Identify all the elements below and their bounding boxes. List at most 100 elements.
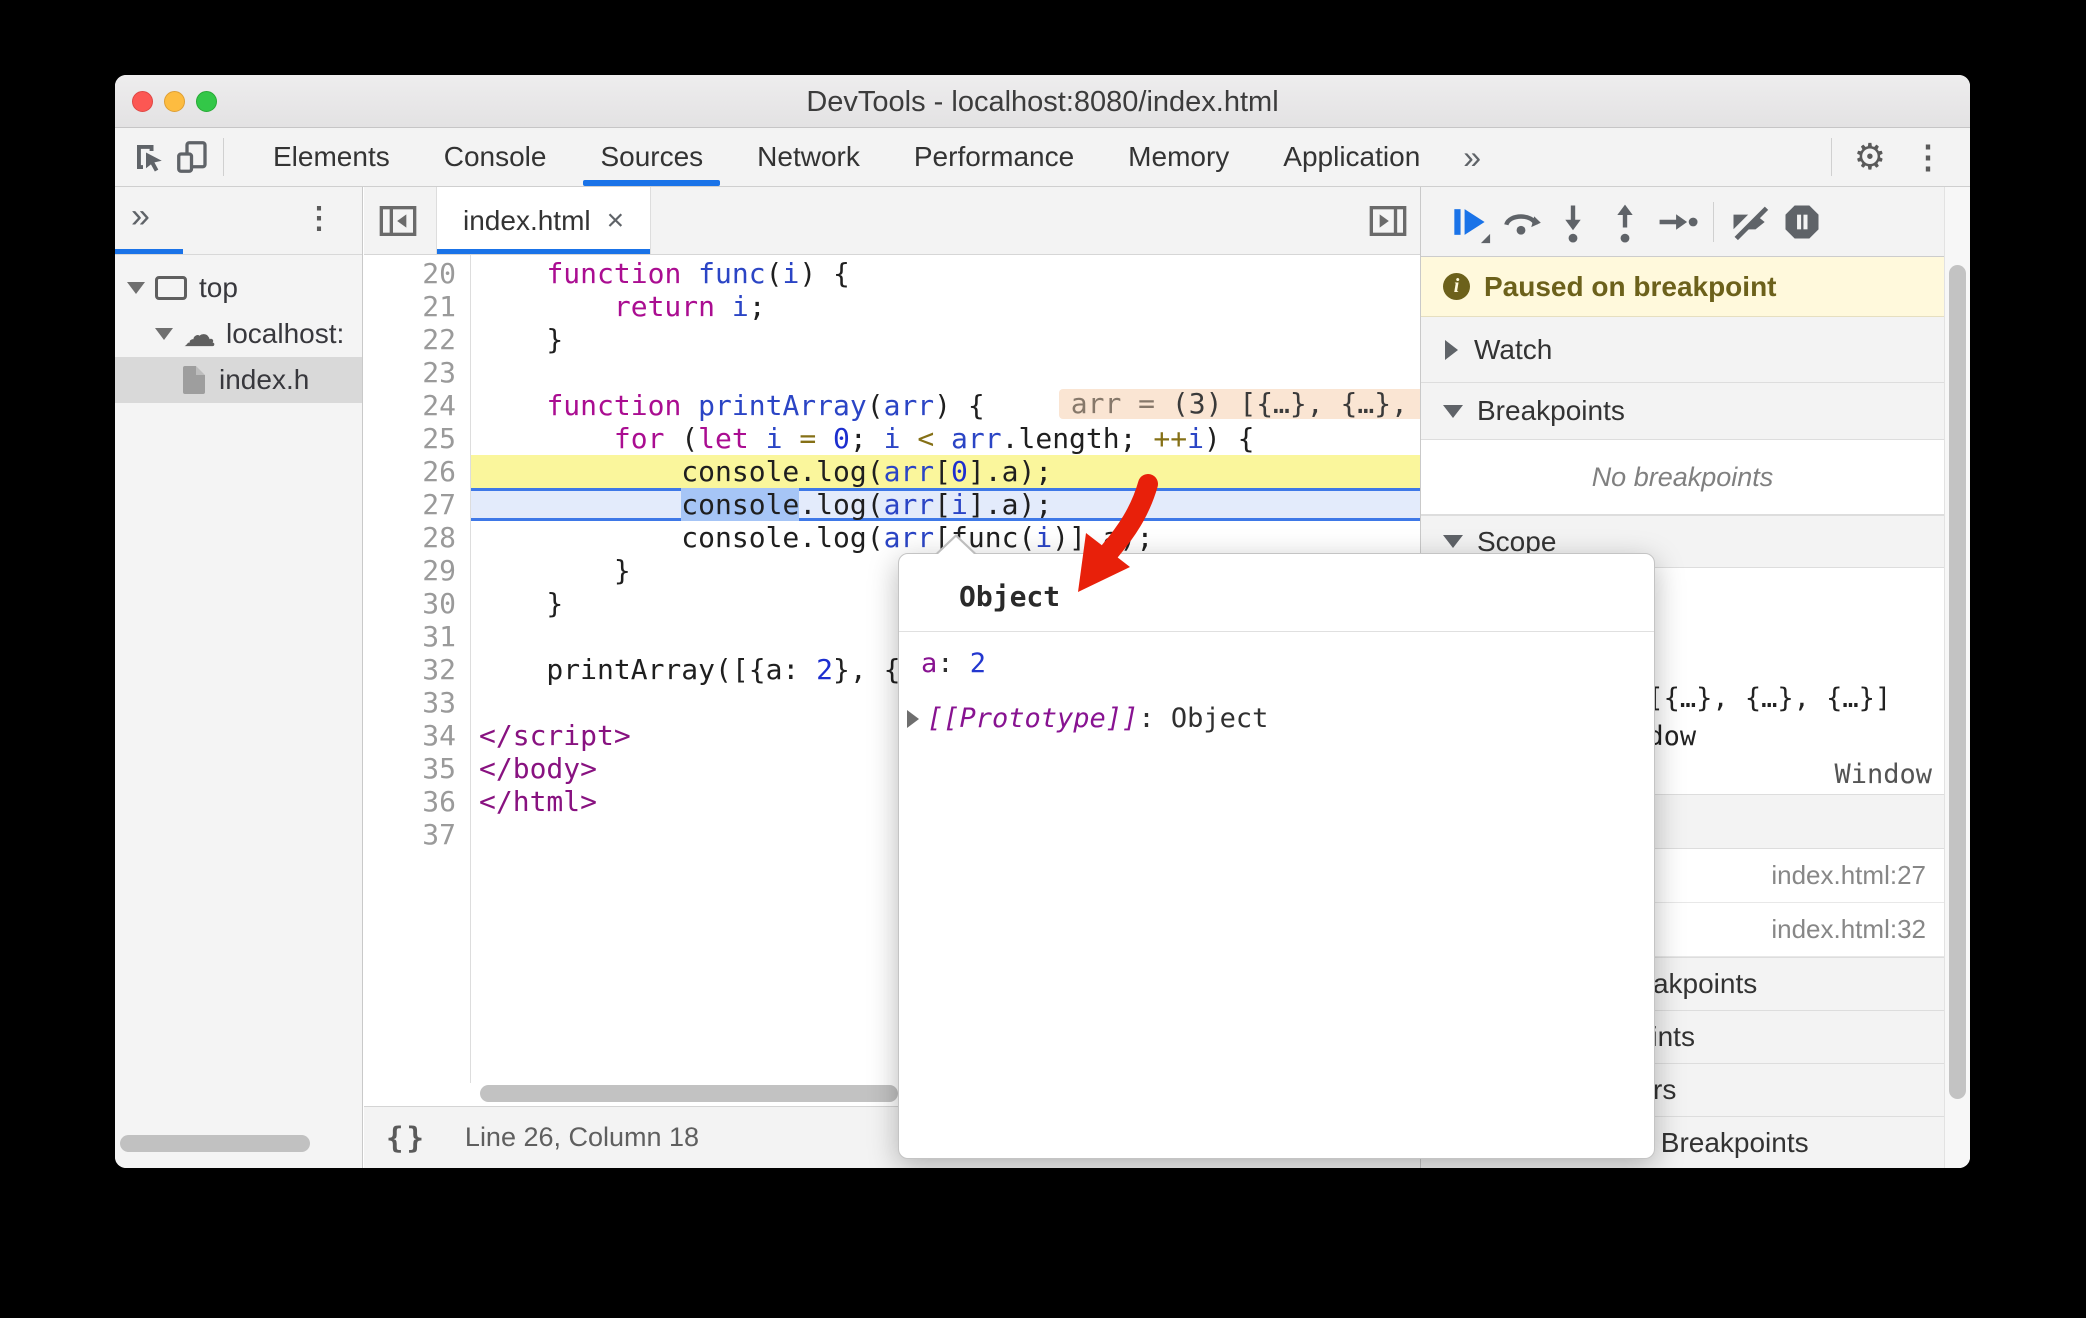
line-number[interactable]: 20: [364, 257, 470, 290]
tab-application[interactable]: Application: [1256, 128, 1447, 186]
line-number[interactable]: 28: [364, 521, 470, 554]
section-breakpoints[interactable]: Breakpoints: [1421, 383, 1944, 440]
step-into-button[interactable]: [1547, 198, 1599, 246]
tab-elements[interactable]: Elements: [246, 128, 417, 186]
chevron-right-icon: [907, 709, 919, 728]
file-tree: top ☁ localhost: index.h: [115, 255, 362, 403]
line-number[interactable]: 30: [364, 587, 470, 620]
paused-banner: i Paused on breakpoint: [1421, 257, 1944, 317]
frame-location-link[interactable]: index.html:27: [1771, 860, 1926, 891]
line-number[interactable]: 32: [364, 653, 470, 686]
frame-location-link[interactable]: index.html:32: [1771, 914, 1926, 945]
window-title: DevTools - localhost:8080/index.html: [806, 86, 1279, 118]
code-line-26[interactable]: console.log(arr[0].a);: [471, 455, 1420, 488]
tree-item-top[interactable]: top: [115, 265, 362, 311]
show-next-panel-icon[interactable]: [1368, 204, 1408, 238]
tab-console[interactable]: Console: [417, 128, 574, 186]
main-toolbar: Elements Console Sources Network Performance…: [115, 128, 1970, 187]
code-line-25[interactable]: for (let i = 0; i < arr.length; ++i) {: [471, 422, 1420, 455]
panel-scrollbar-track: [1944, 187, 1970, 1168]
chevron-down-icon: [1443, 404, 1463, 418]
line-number[interactable]: 31: [364, 620, 470, 653]
line-number[interactable]: 23: [364, 356, 470, 389]
section-watch[interactable]: Watch: [1421, 317, 1944, 383]
paused-banner-label: Paused on breakpoint: [1484, 270, 1777, 302]
line-number[interactable]: 34: [364, 719, 470, 752]
resume-script-button[interactable]: [1443, 198, 1495, 246]
code-line-21[interactable]: return i;: [471, 290, 1420, 323]
devtools-window: DevTools - localhost:8080/index.html Ele…: [115, 75, 1970, 1168]
code-line-27[interactable]: console.log(arr[i].a);: [471, 488, 1420, 521]
line-number[interactable]: 27: [364, 488, 470, 521]
line-number[interactable]: 21: [364, 290, 470, 323]
code-line-20[interactable]: function func(i) {: [471, 257, 1420, 290]
pretty-print-icon[interactable]: {}: [386, 1121, 427, 1155]
frame-icon: [155, 276, 187, 300]
no-breakpoints-message: No breakpoints: [1421, 440, 1944, 515]
editor-horizontal-scrollbar[interactable]: [480, 1085, 898, 1102]
editor-tabstrip: index.html ×: [364, 187, 1420, 255]
tab-memory[interactable]: Memory: [1101, 128, 1256, 186]
line-number[interactable]: 24: [364, 389, 470, 422]
code-line-24[interactable]: function printArray(arr) {arr = (3) [{…}…: [471, 389, 1420, 422]
line-number[interactable]: 25: [364, 422, 470, 455]
cloud-icon: ☁: [183, 315, 216, 353]
watch-label: Watch: [1474, 333, 1553, 365]
device-toolbar-icon[interactable]: [171, 135, 215, 179]
debugger-toolbar-divider: [1713, 201, 1714, 242]
line-number[interactable]: 37: [364, 818, 470, 851]
popup-prototype-row[interactable]: [[Prototype]]: Object: [907, 703, 1654, 734]
step-over-button[interactable]: [1495, 198, 1547, 246]
more-navigator-tabs-icon[interactable]: »: [131, 197, 150, 236]
tree-item-localhost-[interactable]: ☁ localhost:: [115, 311, 362, 357]
line-number[interactable]: 36: [364, 785, 470, 818]
chevron-down-icon: [1443, 535, 1463, 548]
file-icon: [183, 366, 205, 394]
panel-scrollbar-thumb[interactable]: [1949, 265, 1966, 1099]
navigator-menu-kebab-icon[interactable]: ⋮: [304, 201, 334, 236]
tab-sources[interactable]: Sources: [573, 128, 730, 186]
hide-navigator-icon[interactable]: [378, 204, 418, 238]
line-number[interactable]: 26: [364, 455, 470, 488]
step-out-button[interactable]: [1599, 198, 1651, 246]
navigator-header: » ⋮: [115, 187, 362, 255]
tree-item-index-h[interactable]: index.h: [115, 357, 362, 403]
code-line-22[interactable]: }: [471, 323, 1420, 356]
inline-eval-hint: arr = (3) [{…}, {…}, {…}]: [1058, 389, 1420, 419]
file-tab-index-html[interactable]: index.html ×: [436, 187, 652, 254]
devtools-menu-kebab-icon[interactable]: ⋮: [1900, 138, 1956, 176]
settings-gear-icon[interactable]: ⚙: [1840, 136, 1900, 178]
line-number-gutter: 20 21 22 23 24 25 26 27 28 29 30 31 32 33 34 35 36 37: [364, 255, 471, 1083]
pause-on-exceptions-button[interactable]: [1776, 198, 1828, 246]
line-number[interactable]: 33: [364, 686, 470, 719]
toolbar-divider: [1830, 138, 1832, 176]
tree-expand-arrow[interactable]: [155, 328, 173, 340]
close-tab-icon[interactable]: ×: [607, 204, 625, 238]
navigator-sidebar: » ⋮ top ☁ localhost: index.h: [115, 187, 363, 1168]
cursor-position-label: Line 26, Column 18: [464, 1122, 700, 1152]
breakpoints-label: Breakpoints: [1477, 395, 1625, 426]
sidebar-horizontal-scrollbar[interactable]: [120, 1135, 310, 1152]
tab-network[interactable]: Network: [730, 128, 887, 186]
tree-expand-arrow[interactable]: [127, 282, 145, 294]
line-number[interactable]: 29: [364, 554, 470, 587]
popup-property-row: a: 2: [921, 648, 987, 679]
active-navigator-tab-indicator: [115, 249, 183, 254]
step-button[interactable]: [1651, 198, 1703, 246]
tree-item-label: localhost:: [226, 318, 345, 349]
toolbar-divider: [223, 138, 224, 176]
deactivate-breakpoints-button[interactable]: [1724, 198, 1776, 246]
more-panels-icon[interactable]: »: [1447, 139, 1497, 176]
object-preview-popup: Object a: 2 [[Prototype]]: Object: [898, 534, 1655, 1159]
inspect-element-icon[interactable]: [127, 135, 171, 179]
line-number[interactable]: 22: [364, 323, 470, 356]
code-line-23[interactable]: [471, 356, 1420, 389]
line-number[interactable]: 35: [364, 752, 470, 785]
file-tab-label: index.html: [463, 204, 591, 236]
debugger-toolbar: [1421, 187, 1970, 257]
popup-title: Object: [959, 580, 1061, 613]
info-icon: i: [1443, 273, 1470, 300]
titlebar: DevTools - localhost:8080/index.html: [115, 75, 1970, 128]
tree-item-label: top: [199, 272, 238, 303]
tab-performance[interactable]: Performance: [887, 128, 1101, 186]
